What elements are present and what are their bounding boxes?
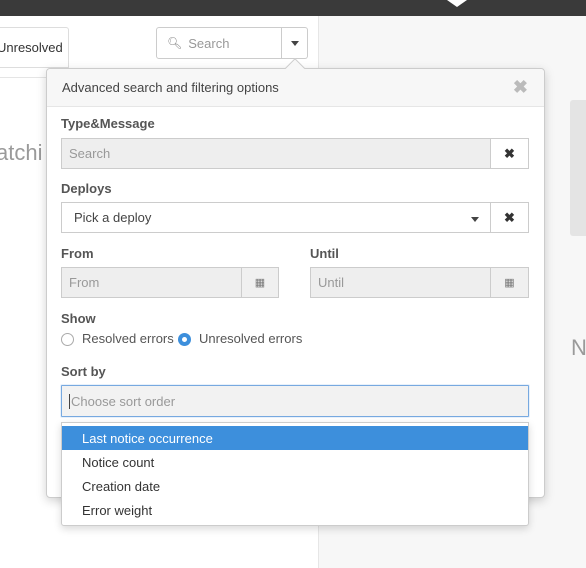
sort-option-last-notice[interactable]: Last notice occurrence (62, 426, 528, 450)
show-label: Show (61, 311, 96, 326)
type-message-input[interactable]: Search (61, 138, 491, 169)
resolved-errors-label: Resolved errors (82, 331, 174, 346)
search-group: 🔍︎ Search (156, 27, 308, 59)
sort-option-error-weight[interactable]: Error weight (62, 498, 528, 522)
type-message-label: Type&Message (61, 116, 155, 131)
from-placeholder: From (69, 275, 100, 290)
tab-unresolved[interactable]: Unresolved (0, 27, 69, 68)
unresolved-errors-label: Unresolved errors (199, 331, 303, 346)
from-date-input[interactable]: From (61, 267, 242, 298)
calendar-icon: ▦ (504, 277, 515, 289)
unresolved-errors-radio[interactable] (178, 333, 191, 346)
tab-unresolved-label: Unresolved (0, 40, 63, 55)
from-label: From (61, 246, 94, 261)
sort-option-label: Creation date (82, 478, 161, 494)
sort-order-input[interactable]: Choose sort order (61, 385, 529, 417)
until-label: Until (310, 246, 339, 261)
from-calendar-button[interactable]: ▦ (241, 267, 279, 298)
background-heading-text: atchi (0, 140, 43, 165)
chevron-down-icon (471, 217, 479, 222)
top-navigation-bar (0, 0, 586, 16)
sort-option-creation-date[interactable]: Creation date (62, 474, 528, 498)
deploys-clear-button[interactable]: ✖ (490, 202, 529, 233)
deploys-select[interactable]: Pick a deploy (61, 202, 491, 233)
deploys-select-value: Pick a deploy (74, 210, 152, 225)
text-cursor (69, 393, 70, 409)
search-options-toggle[interactable] (282, 27, 308, 59)
clear-icon: ✖ (504, 145, 515, 161)
sort-order-dropdown: Last notice occurrence Notice count Crea… (61, 422, 529, 526)
search-icon: 🔍︎ (167, 36, 183, 50)
sort-order-placeholder: Choose sort order (71, 393, 176, 409)
until-placeholder: Until (318, 275, 345, 290)
type-message-clear-button[interactable]: ✖ (490, 138, 529, 169)
right-panel-text: N (571, 335, 586, 360)
sort-option-label: Notice count (82, 454, 155, 470)
chevron-down-icon (290, 40, 299, 46)
popover-title: Advanced search and filtering options (62, 80, 279, 95)
popover-header: Advanced search and filtering options ✖ (47, 69, 544, 107)
sort-by-label: Sort by (61, 364, 106, 379)
until-calendar-button[interactable]: ▦ (490, 267, 529, 298)
resolved-errors-radio[interactable] (61, 333, 74, 346)
calendar-icon: ▦ (254, 277, 266, 289)
until-date-input[interactable]: Until (310, 267, 491, 298)
sort-option-label: Last notice occurrence (82, 430, 213, 446)
right-panel-placeholder-shape (570, 100, 586, 236)
topbar-pointer (447, 0, 467, 7)
sort-option-notice-count[interactable]: Notice count (62, 450, 528, 474)
search-input[interactable]: 🔍︎ Search (156, 27, 282, 59)
type-message-placeholder: Search (69, 146, 111, 161)
deploys-label: Deploys (61, 181, 112, 196)
close-icon[interactable]: ✖ (513, 78, 528, 96)
sort-option-label: Error weight (82, 502, 153, 518)
clear-icon: ✖ (504, 209, 515, 225)
search-placeholder: Search (188, 35, 230, 51)
